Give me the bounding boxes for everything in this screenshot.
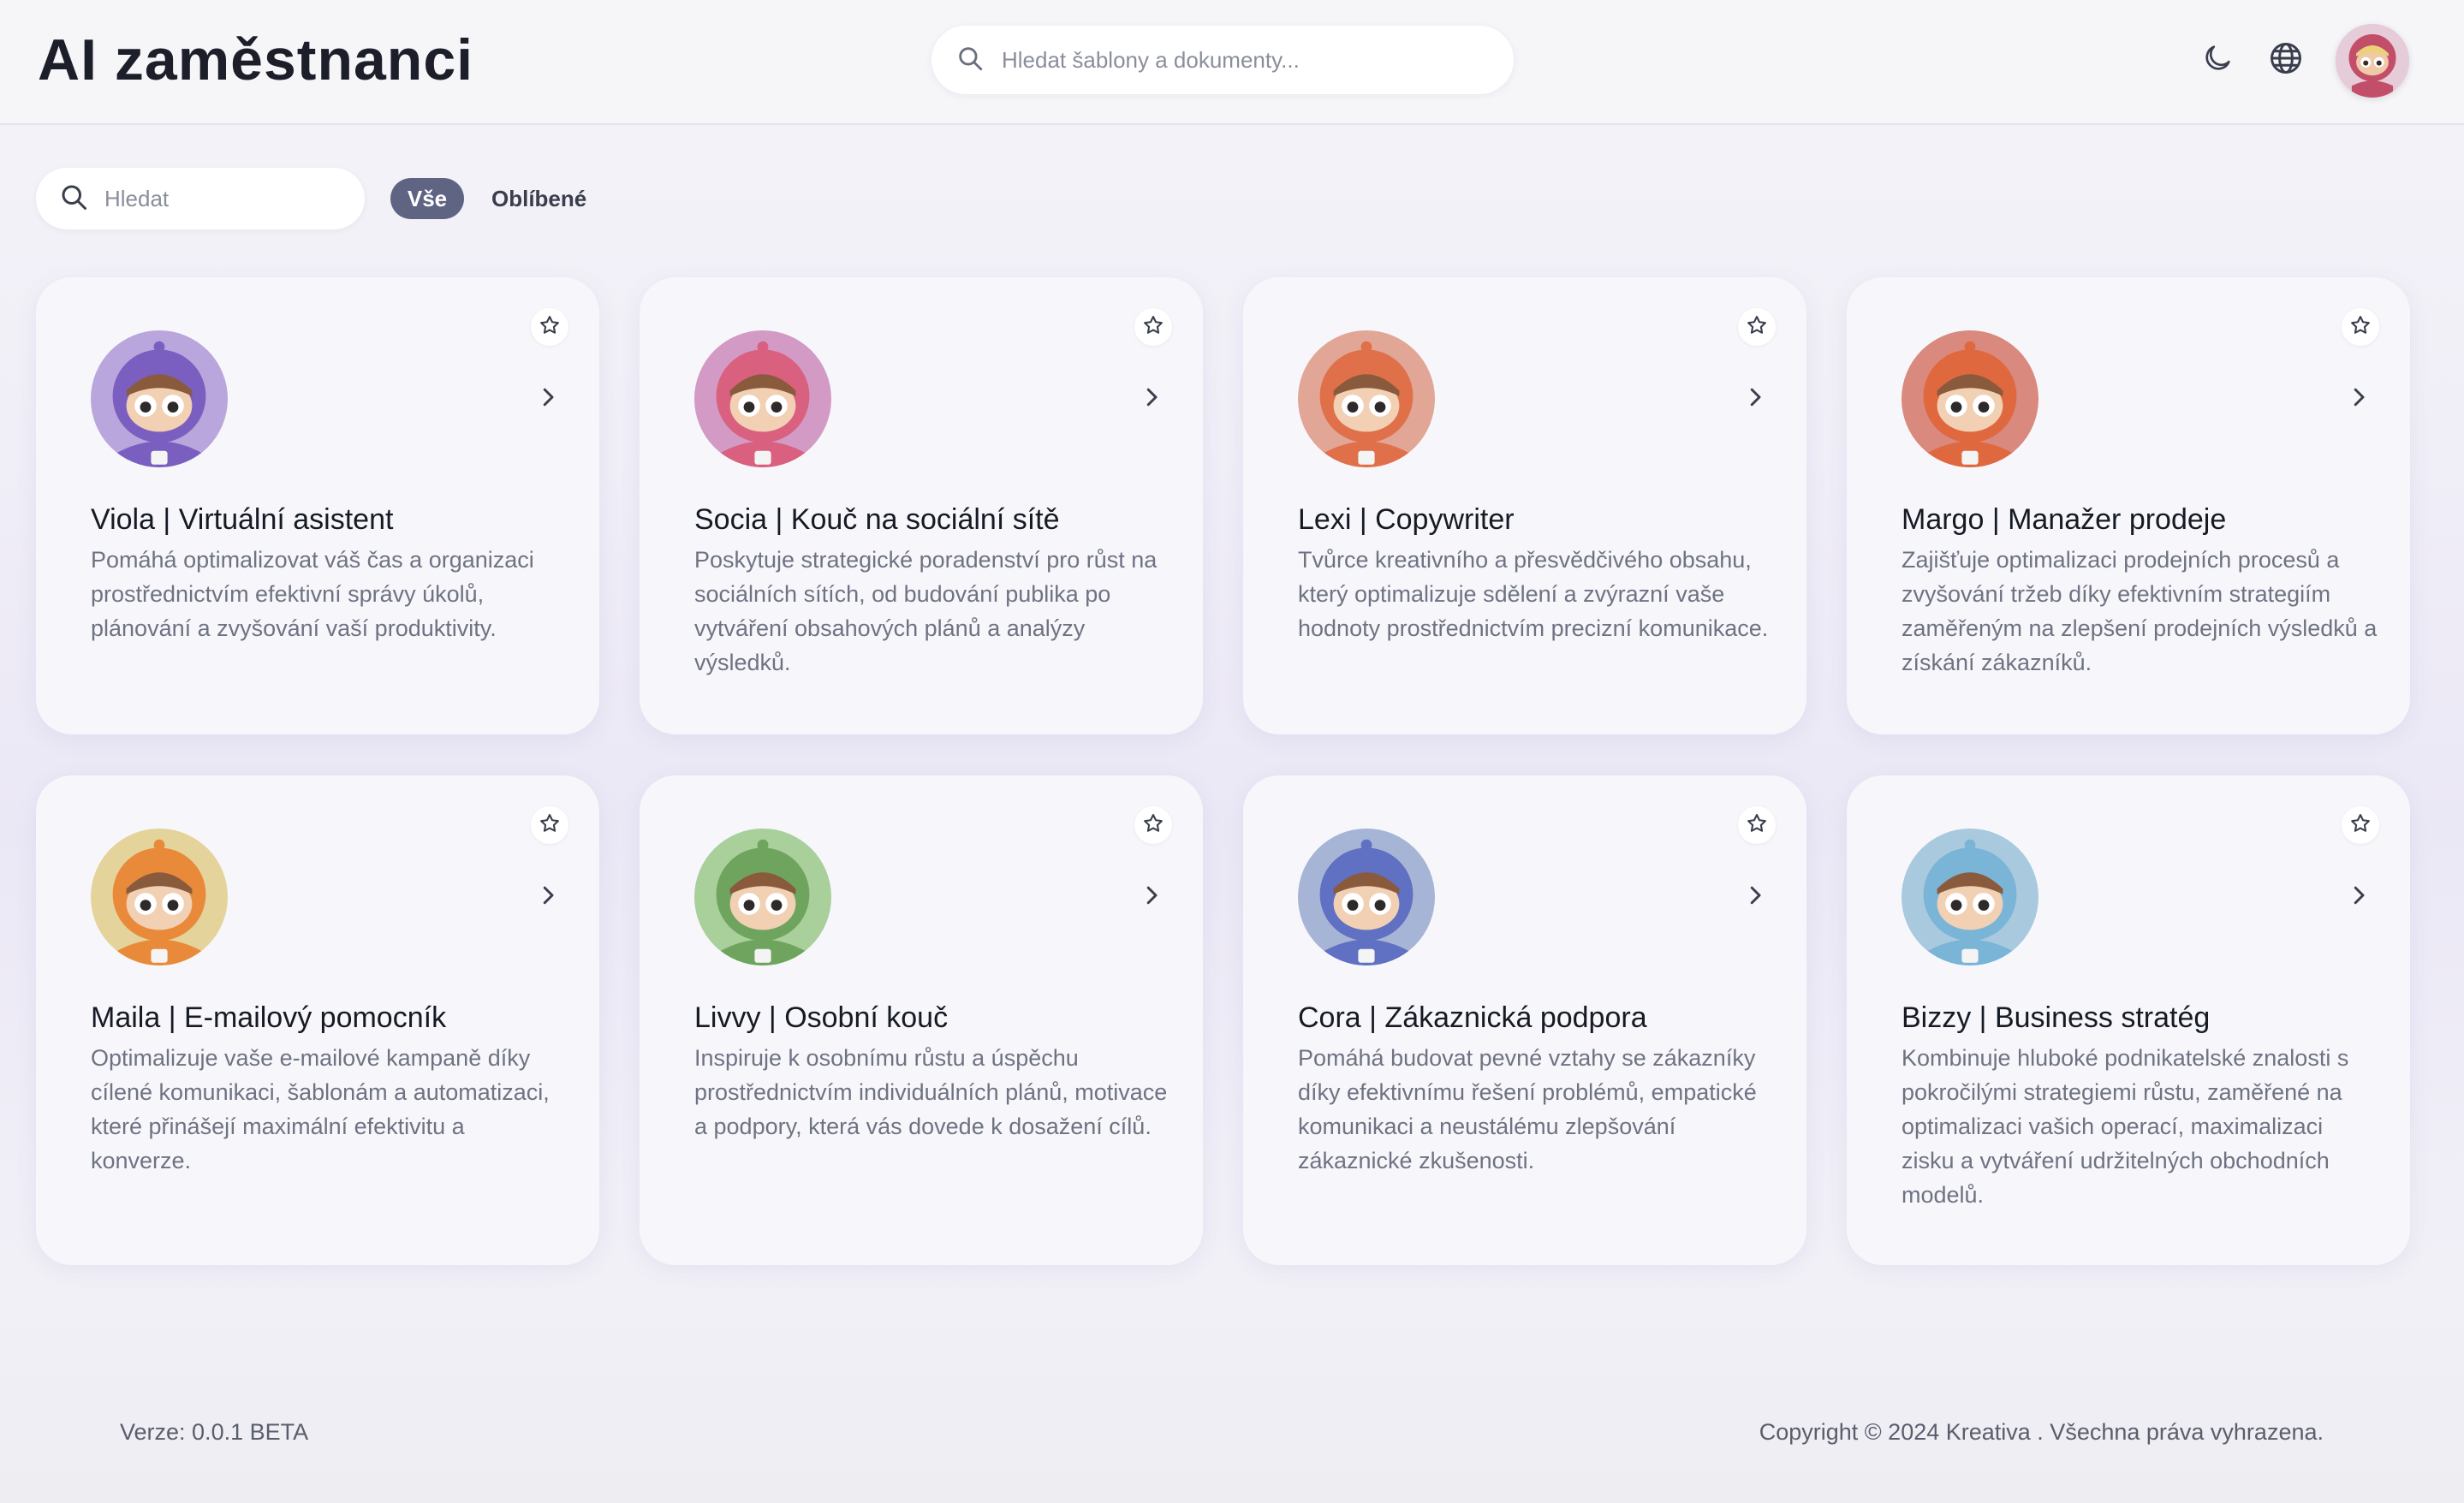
globe-icon — [2267, 39, 2305, 81]
employee-card[interactable]: Bizzy | Business stratég Kombinuje hlubok… — [1847, 775, 2410, 1265]
employee-avatar — [1298, 330, 1435, 467]
chevron-right-icon — [2346, 384, 2372, 414]
star-icon — [2348, 811, 2372, 840]
copyright-text: Copyright © 2024 Kreativa . Všechna práv… — [1759, 1419, 2324, 1445]
chevron-right-icon — [1139, 882, 1164, 912]
employee-description: Kombinuje hluboké podnikatelské znalosti… — [1902, 1045, 2349, 1208]
global-search-box[interactable] — [931, 26, 1514, 94]
open-chevron-button[interactable] — [1738, 880, 1772, 914]
employee-description: Poskytuje strategické poradenství pro rů… — [694, 547, 1158, 675]
star-icon — [1141, 811, 1165, 840]
employee-avatar — [1902, 829, 2038, 965]
employee-card[interactable]: Margo | Manažer prodeje Zajišťuje optimal… — [1847, 277, 2410, 734]
open-chevron-button[interactable] — [1134, 382, 1169, 416]
employee-card[interactable]: Cora | Zákaznická podpora Pomáhá budovat … — [1243, 775, 1806, 1265]
top-bar: AI zaměstnanci — [0, 0, 2464, 125]
chevron-right-icon — [1742, 384, 1768, 414]
star-icon — [2348, 313, 2372, 342]
favorite-star-button[interactable] — [531, 806, 568, 844]
employee-name: Bizzy | Business stratég — [1902, 1001, 2211, 1034]
star-icon — [1745, 313, 1769, 342]
favorite-star-button[interactable] — [2342, 308, 2379, 346]
favorite-star-button[interactable] — [1134, 806, 1172, 844]
page-title: AI zaměstnanci — [38, 27, 474, 92]
employee-description: Tvůrce kreativního a přesvědčivého obsah… — [1298, 547, 1769, 641]
employee-name: Cora | Zákaznická podpora — [1298, 1001, 1647, 1034]
filter-favorites-tab[interactable]: Oblíbené — [491, 178, 586, 219]
dark-mode-button[interactable] — [2190, 33, 2245, 87]
global-search-input[interactable] — [1000, 45, 1483, 74]
employee-name: Maila | E-mailový pomocník — [91, 1001, 447, 1034]
moon-icon — [2200, 41, 2235, 80]
star-icon — [1141, 313, 1165, 342]
employee-card[interactable]: Viola | Virtuální asistent Pomáhá optimal… — [36, 277, 599, 734]
chevron-right-icon — [535, 882, 561, 912]
employee-description: Inspiruje k osobnímu růstu a úspěchu pro… — [694, 1045, 1168, 1139]
star-icon — [538, 811, 562, 840]
open-chevron-button[interactable] — [531, 382, 565, 416]
employee-card[interactable]: Livvy | Osobní kouč Inspiruje k osobnímu … — [640, 775, 1203, 1265]
employee-card[interactable]: Maila | E-mailový pomocník Optimalizuje v… — [36, 775, 599, 1265]
employee-avatar — [91, 330, 228, 467]
favorite-star-button[interactable] — [1738, 308, 1776, 346]
user-avatar[interactable] — [2336, 24, 2409, 98]
employee-card[interactable]: Socia | Kouč na sociální sítě Poskytuje s… — [640, 277, 1203, 734]
open-chevron-button[interactable] — [1134, 880, 1169, 914]
search-icon — [955, 44, 985, 77]
search-icon — [58, 181, 89, 217]
filter-search-input[interactable] — [103, 184, 363, 213]
employee-avatar — [1298, 829, 1435, 965]
favorite-star-button[interactable] — [531, 308, 568, 346]
employee-name: Margo | Manažer prodeje — [1902, 503, 2227, 536]
open-chevron-button[interactable] — [1738, 382, 1772, 416]
star-icon — [538, 313, 562, 342]
employee-card[interactable]: Lexi | Copywriter Tvůrce kreativního a př… — [1243, 277, 1806, 734]
favorite-star-button[interactable] — [1738, 806, 1776, 844]
open-chevron-button[interactable] — [2342, 880, 2376, 914]
employee-name: Viola | Virtuální asistent — [91, 503, 394, 536]
filter-all-tab[interactable]: Vše — [390, 178, 464, 219]
filter-search-box[interactable] — [36, 168, 365, 229]
chevron-right-icon — [1742, 882, 1768, 912]
open-chevron-button[interactable] — [531, 880, 565, 914]
chevron-right-icon — [1139, 384, 1164, 414]
employee-name: Livvy | Osobní kouč — [694, 1001, 949, 1034]
star-icon — [1745, 811, 1769, 840]
chevron-right-icon — [535, 384, 561, 414]
language-button[interactable] — [2259, 33, 2313, 87]
favorite-star-button[interactable] — [2342, 806, 2379, 844]
employee-description: Pomáhá optimalizovat váš čas a organizac… — [91, 547, 534, 641]
employee-description: Pomáhá budovat pevné vztahy se zákazníky… — [1298, 1045, 1757, 1173]
employee-avatar — [694, 829, 831, 965]
employee-name: Socia | Kouč na sociální sítě — [694, 503, 1060, 536]
chevron-right-icon — [2346, 882, 2372, 912]
employee-avatar — [1902, 330, 2038, 467]
employee-avatar — [91, 829, 228, 965]
employee-avatar — [694, 330, 831, 467]
open-chevron-button[interactable] — [2342, 382, 2376, 416]
employee-description: Zajišťuje optimalizaci prodejních proces… — [1902, 547, 2378, 675]
version-label: Verze: 0.0.1 BETA — [120, 1419, 309, 1445]
favorite-star-button[interactable] — [1134, 308, 1172, 346]
employee-name: Lexi | Copywriter — [1298, 503, 1515, 536]
employee-description: Optimalizuje vaše e-mailové kampaně díky… — [91, 1045, 550, 1173]
